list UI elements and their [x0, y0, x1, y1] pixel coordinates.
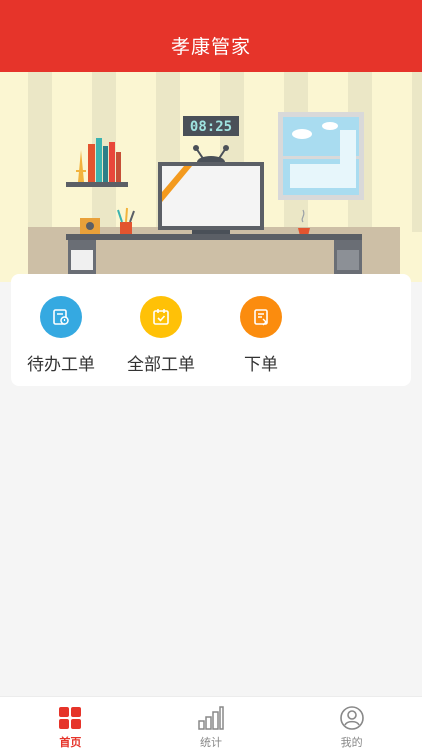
tab-statistics-label: 统计	[200, 736, 222, 749]
tab-profile[interactable]: 我的	[281, 697, 422, 750]
place-order-label: 下单	[244, 355, 278, 375]
app-header: 孝康管家	[0, 0, 422, 72]
pending-order-icon	[40, 296, 82, 338]
pending-orders-label: 待办工单	[27, 355, 95, 375]
bar-chart-icon	[198, 706, 224, 730]
bottom-tab-bar: 首页 统计 我的	[0, 696, 422, 750]
quick-actions-card: 待办工单 全部工单 下单	[11, 274, 411, 386]
tab-statistics[interactable]: 统计	[141, 697, 282, 750]
tab-home-label: 首页	[59, 736, 82, 749]
all-orders-button[interactable]: 全部工单	[111, 274, 211, 386]
all-orders-icon	[140, 296, 182, 338]
user-profile-icon	[339, 706, 364, 730]
office-desk-illustration: 08:25	[0, 72, 422, 282]
clock-display: 08:25	[190, 119, 232, 135]
page-title: 孝康管家	[170, 35, 251, 58]
all-orders-label: 全部工单	[127, 355, 195, 375]
banner-illustration: 08:25	[0, 72, 422, 282]
tab-profile-label: 我的	[340, 736, 363, 749]
pending-orders-button[interactable]: 待办工单	[11, 274, 111, 386]
place-order-button[interactable]: 下单	[211, 274, 311, 386]
tab-home[interactable]: 首页	[0, 697, 141, 750]
home-grid-icon	[59, 707, 82, 729]
place-order-icon	[240, 296, 282, 338]
